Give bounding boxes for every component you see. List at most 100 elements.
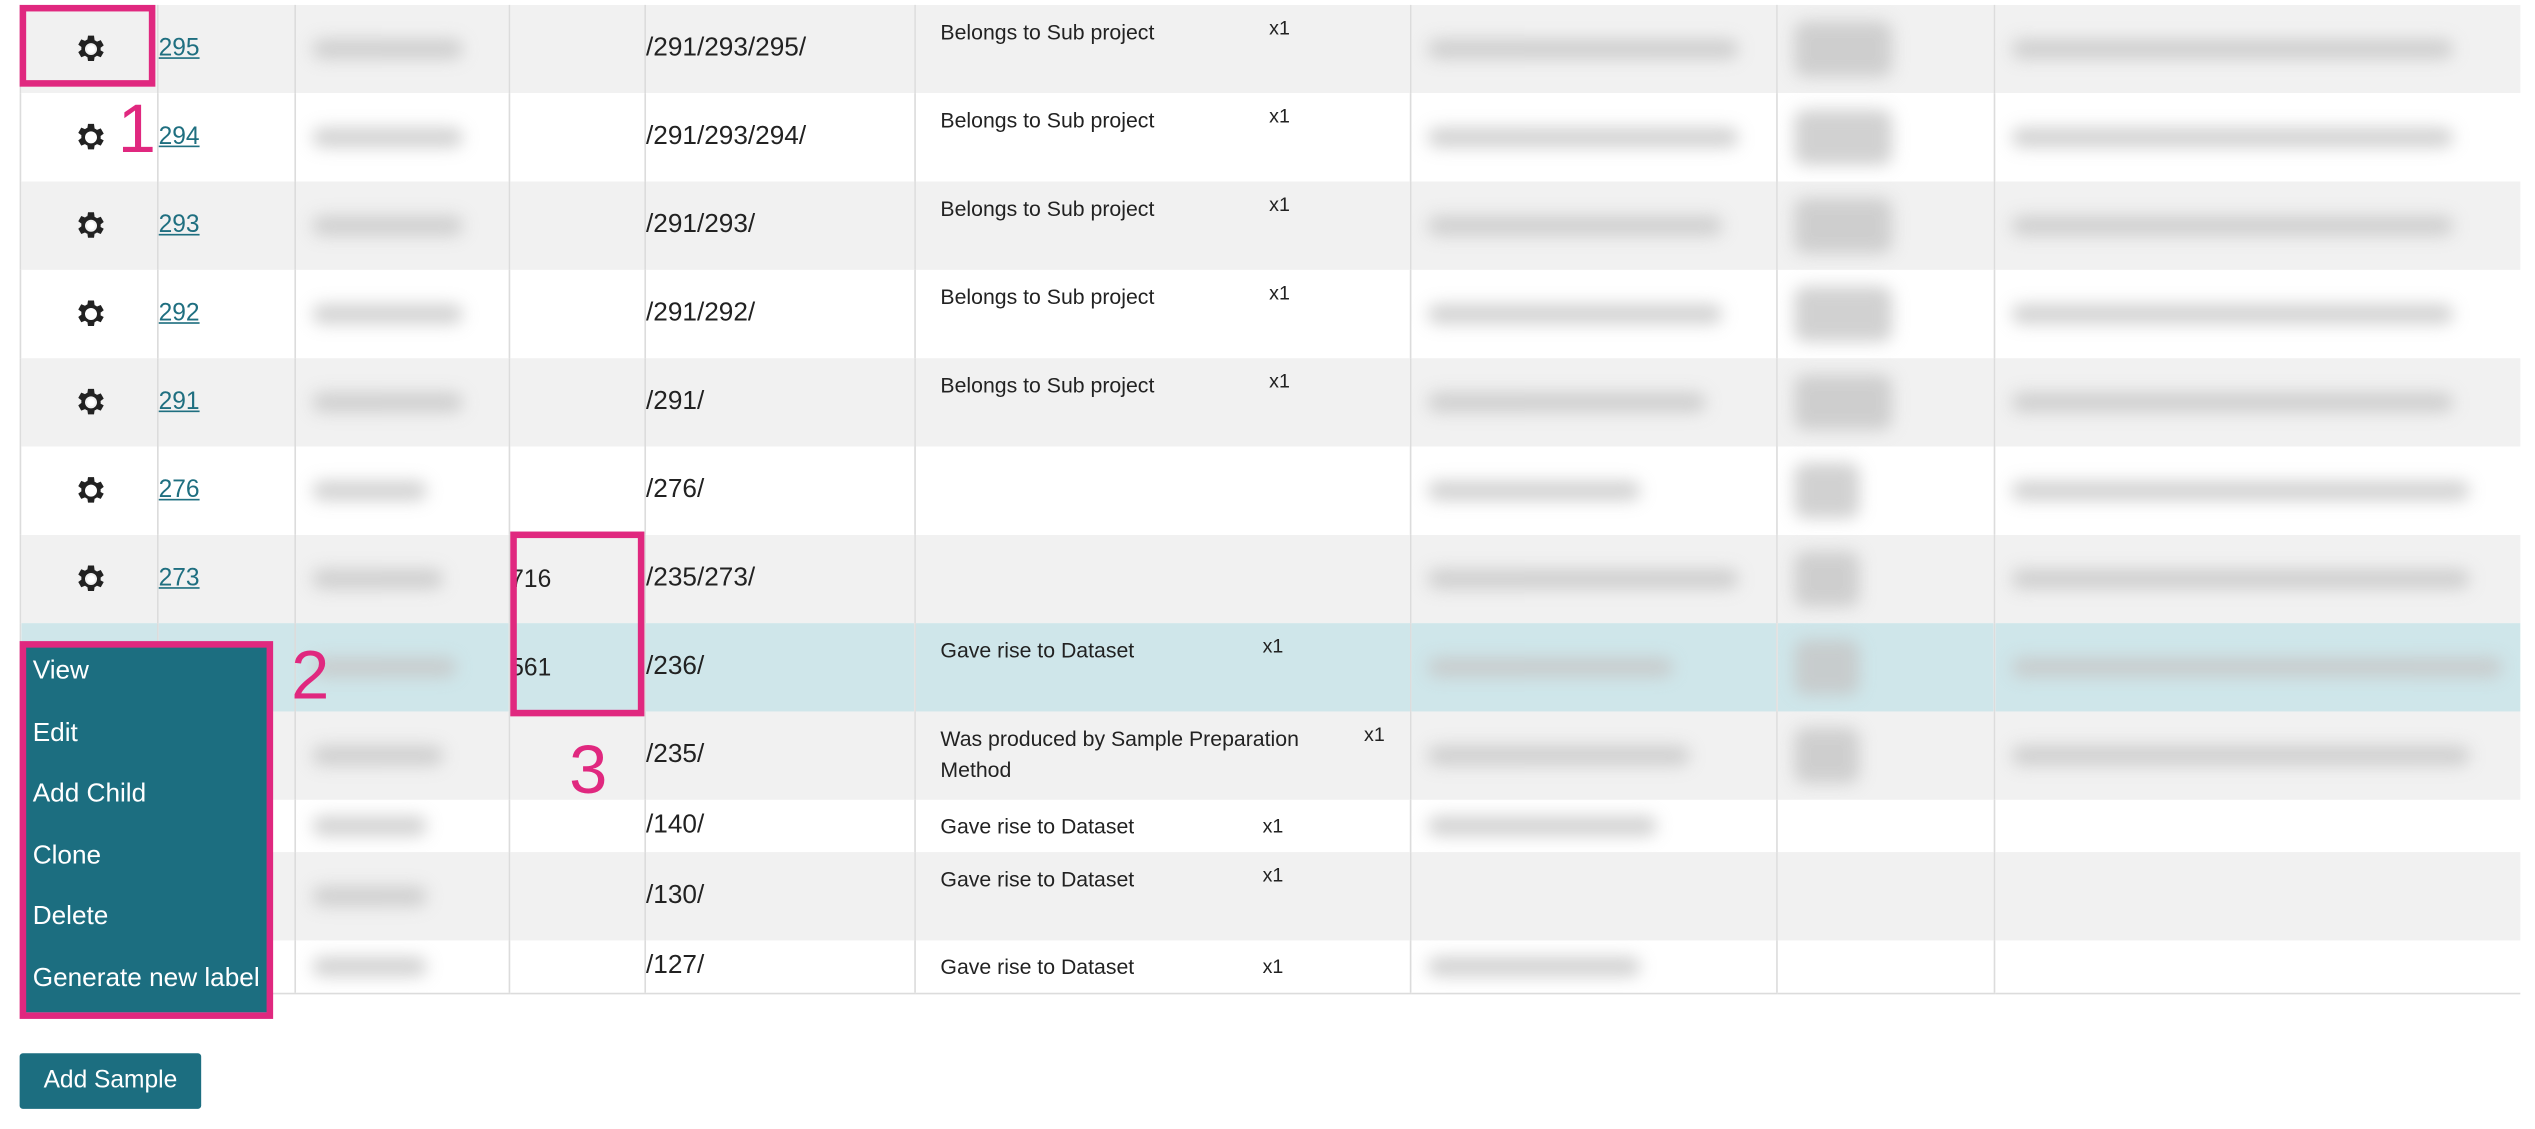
sample-path-cell: /291/293/	[644, 181, 916, 270]
table-row: /130/Gave rise to Dataset x1	[19, 852, 2520, 941]
blurred-cell	[1993, 852, 2520, 941]
blurred-content	[312, 745, 444, 766]
blurred-cell	[1776, 446, 1995, 535]
gear-icon[interactable]	[71, 119, 107, 155]
sample-id-cell: 292	[157, 269, 296, 359]
blurred-cell	[1993, 446, 2520, 535]
relationship-cell: Belongs to Sub project x1	[914, 181, 1411, 270]
blurred-cell	[294, 852, 510, 941]
sample-number-cell	[508, 181, 646, 270]
blurred-content	[2011, 215, 2454, 236]
table-row: 295/291/293/295/Belongs to Sub project x1	[19, 4, 2520, 94]
blurred-cell	[1776, 181, 1995, 270]
blurred-content	[312, 39, 463, 59]
annotation-number-2: 2	[291, 636, 330, 714]
blurred-content	[2011, 304, 2454, 324]
table-row: /235/Was produced by Sample Preparation …	[19, 711, 2520, 800]
sample-id-cell: 291	[157, 358, 296, 447]
blurred-cell	[294, 93, 510, 182]
sample-id-link[interactable]: 292	[159, 299, 199, 327]
blurred-cell	[1409, 4, 1777, 94]
gear-icon[interactable]	[71, 473, 107, 509]
relationship-cell: Belongs to Sub project x1	[914, 358, 1411, 447]
table-row: 294/291/293/294/Belongs to Sub project x1	[19, 93, 2520, 182]
blurred-cell	[1993, 181, 2520, 270]
blurred-content	[312, 956, 427, 977]
gear-icon[interactable]	[71, 208, 107, 244]
blurred-cell	[1993, 534, 2520, 624]
relationship-label: Was produced by Sample Preparation Metho…	[940, 726, 1299, 782]
blurred-content	[1427, 215, 1723, 236]
blurred-content	[1794, 727, 1860, 784]
blurred-content	[312, 392, 463, 413]
sample-path-cell: /236/	[644, 623, 916, 712]
blurred-content	[1794, 109, 1893, 166]
relationship-count: x1	[1262, 634, 1284, 658]
blurred-cell	[1776, 852, 1995, 941]
sample-number-cell	[508, 358, 646, 447]
blurred-cell	[294, 269, 510, 359]
blurred-cell	[294, 4, 510, 94]
blurred-content	[1427, 956, 1641, 977]
blurred-content	[1794, 286, 1893, 342]
relationship-label: Gave rise to Dataset	[940, 813, 1135, 839]
blurred-content	[312, 657, 457, 678]
gear-icon[interactable]	[71, 384, 107, 420]
blurred-content	[1427, 480, 1641, 501]
blurred-cell	[1776, 93, 1995, 182]
blurred-cell	[1409, 446, 1777, 535]
blurred-cell	[1776, 358, 1995, 447]
table-row: 291/291/Belongs to Sub project x1	[19, 358, 2520, 447]
blurred-cell	[1409, 534, 1777, 624]
blurred-cell	[1993, 4, 2520, 94]
relationship-cell: Gave rise to Dataset x1	[914, 940, 1411, 994]
blurred-cell	[1776, 799, 1995, 853]
relationship-count: x1	[1269, 16, 1290, 40]
relationship-count: x1	[1269, 192, 1290, 216]
blurred-content	[312, 480, 427, 501]
blurred-content	[2011, 127, 2454, 148]
sample-number-cell	[508, 446, 646, 535]
table-row: /127/Gave rise to Dataset x1	[19, 940, 2520, 994]
sample-id-cell: 293	[157, 181, 296, 270]
blurred-content	[2011, 392, 2454, 413]
blurred-cell	[1993, 940, 2520, 994]
blurred-cell	[1409, 358, 1777, 447]
sample-id-link[interactable]: 276	[159, 476, 199, 504]
sample-number-cell	[508, 852, 646, 941]
blurred-content	[1427, 569, 1739, 589]
sample-path-cell: /291/292/	[644, 269, 916, 359]
sample-number-cell	[508, 269, 646, 359]
sample-id-link[interactable]: 294	[159, 123, 199, 151]
sample-id-cell: 273	[157, 534, 296, 624]
sample-path-cell: /291/293/295/	[644, 4, 916, 94]
sample-id-link[interactable]: 295	[159, 34, 199, 62]
relationship-label: Belongs to Sub project	[940, 284, 1155, 310]
sample-id-cell: 276	[157, 446, 296, 535]
gear-icon[interactable]	[71, 296, 107, 332]
sample-id-link[interactable]: 273	[159, 564, 199, 592]
sample-path-cell: /235/273/	[644, 534, 916, 624]
sample-id-link[interactable]: 293	[159, 211, 199, 239]
relationship-count: x1	[1269, 104, 1290, 128]
blurred-cell	[294, 181, 510, 270]
blurred-content	[312, 215, 463, 236]
row-actions-cell	[19, 358, 158, 447]
sample-number-cell	[508, 940, 646, 994]
blurred-content	[1427, 304, 1723, 324]
blurred-cell	[1409, 269, 1777, 359]
sample-path-cell: /291/293/294/	[644, 93, 916, 182]
table-row: 292/291/292/Belongs to Sub project x1	[19, 269, 2520, 359]
sample-id-cell: 295	[157, 4, 296, 94]
relationship-count: x1	[1262, 863, 1284, 887]
relationship-cell: Belongs to Sub project x1	[914, 269, 1411, 359]
sample-path-cell: /130/	[644, 852, 916, 941]
sample-id-cell: 294	[157, 93, 296, 182]
sample-id-link[interactable]: 291	[159, 388, 199, 416]
blurred-content	[1794, 551, 1860, 607]
blurred-cell	[1409, 799, 1777, 853]
table-row: /140/Gave rise to Dataset x1	[19, 799, 2520, 853]
table-row: 561/236/Gave rise to Dataset x1	[19, 623, 2520, 712]
blurred-cell	[294, 940, 510, 994]
gear-icon[interactable]	[71, 561, 107, 597]
